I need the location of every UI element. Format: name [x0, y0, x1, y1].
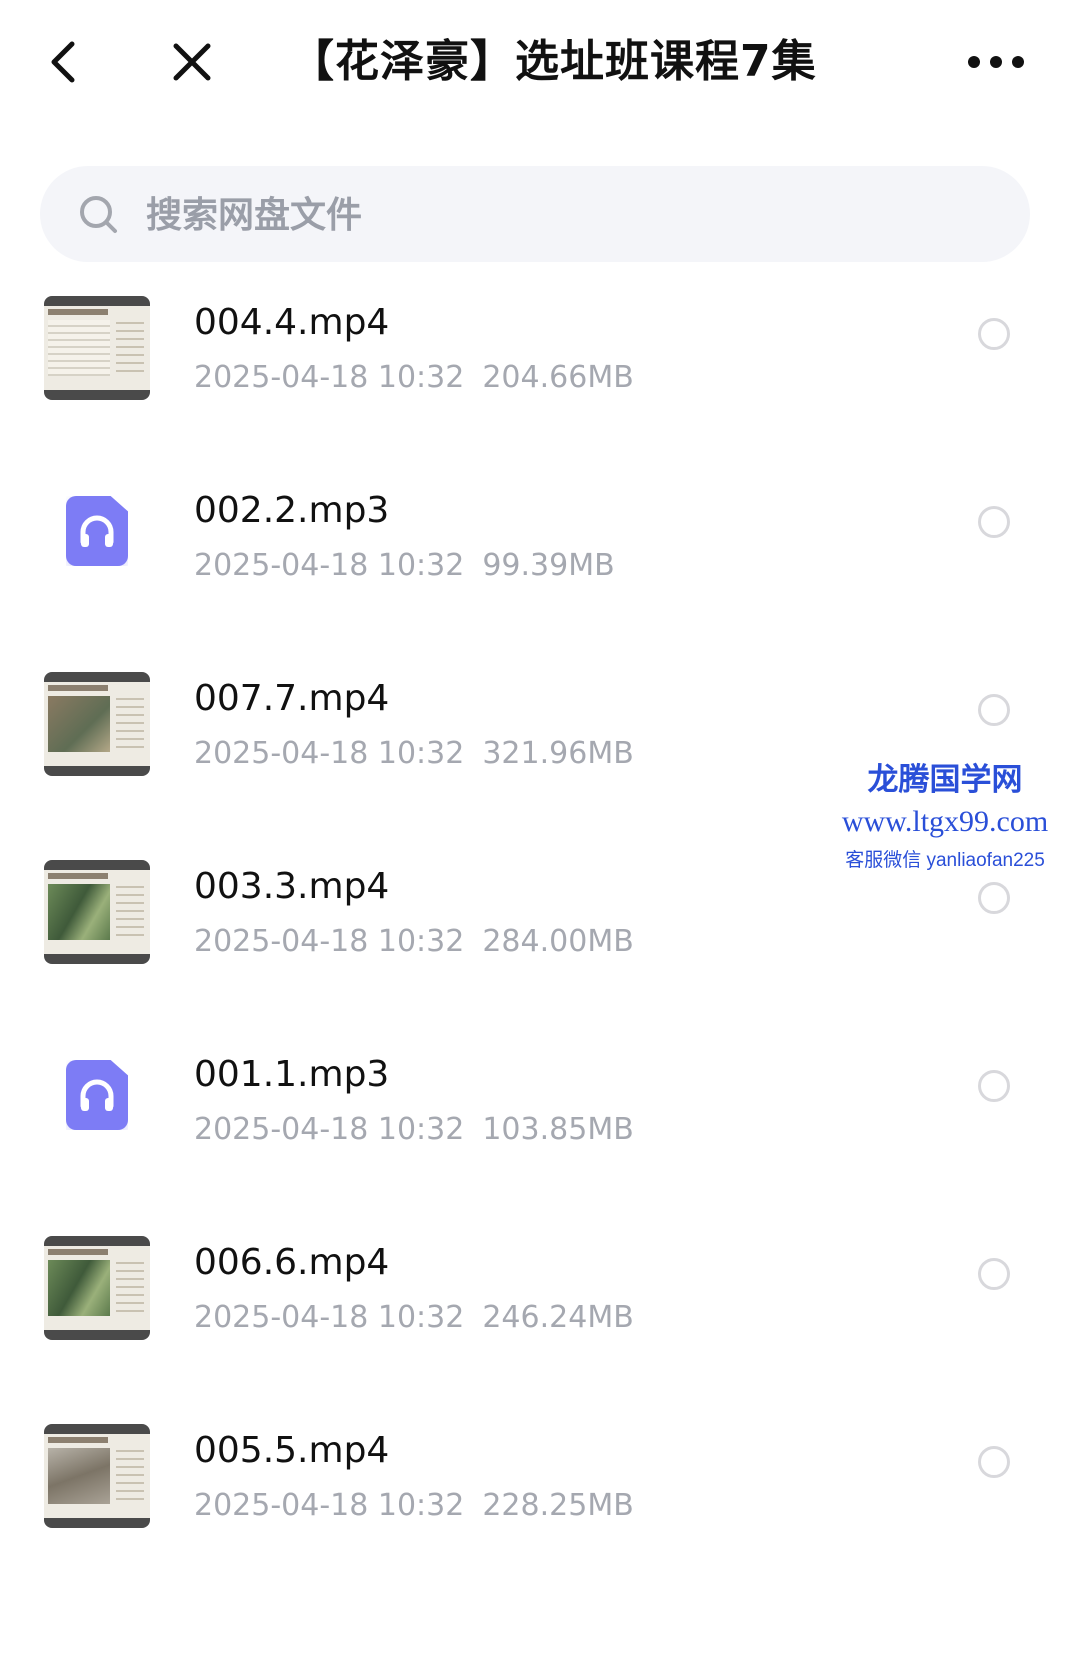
file-size: 99.39MB [482, 548, 615, 583]
video-thumbnail [44, 672, 150, 776]
file-name: 001.1.mp3 [194, 1054, 390, 1095]
file-meta: 2025-04-18 10:32 284.00MB [194, 922, 634, 962]
watermark-url: www.ltgx99.com [841, 805, 1049, 838]
chevron-left-icon [51, 41, 75, 83]
file-meta: 2025-04-18 10:32 228.25MB [194, 1486, 634, 1526]
select-radio[interactable] [978, 1070, 1010, 1102]
file-name: 007.7.mp4 [194, 678, 390, 719]
file-size: 321.96MB [482, 736, 634, 771]
file-date: 2025-04-18 10:32 [194, 1488, 465, 1523]
file-size: 246.24MB [482, 1300, 634, 1335]
video-thumbnail [44, 1236, 150, 1340]
video-thumbnail [44, 1424, 150, 1528]
close-icon [173, 43, 211, 81]
file-list: 004.4.mp4 2025-04-18 10:32 204.66MB 002.2… [0, 282, 1080, 1598]
audio-file-icon [66, 1060, 128, 1130]
select-radio[interactable] [978, 694, 1010, 726]
select-radio[interactable] [978, 882, 1010, 914]
page-title: 【花泽豪】选址班课程7集 [290, 36, 817, 87]
back-button[interactable] [42, 36, 90, 88]
file-row[interactable]: 001.1.mp3 2025-04-18 10:32 103.85MB [0, 1034, 1080, 1222]
file-date: 2025-04-18 10:32 [194, 360, 465, 395]
headphones-icon [80, 1079, 114, 1111]
close-button[interactable] [170, 40, 214, 84]
file-size: 103.85MB [482, 1112, 634, 1147]
video-thumbnail [44, 860, 150, 964]
more-button[interactable] [968, 52, 1024, 72]
select-radio[interactable] [978, 318, 1010, 350]
watermark-contact: 客服微信 yanliaofan225 [845, 850, 1045, 871]
file-name: 004.4.mp4 [194, 302, 390, 343]
file-row[interactable]: 006.6.mp4 2025-04-18 10:32 246.24MB [0, 1222, 1080, 1410]
file-size: 228.25MB [482, 1488, 634, 1523]
more-horizontal-icon [1012, 56, 1024, 68]
file-row[interactable]: 002.2.mp3 2025-04-18 10:32 99.39MB [0, 470, 1080, 658]
file-size: 284.00MB [482, 924, 634, 959]
more-horizontal-icon [990, 56, 1002, 68]
file-name: 003.3.mp4 [194, 866, 390, 907]
file-name: 006.6.mp4 [194, 1242, 390, 1283]
file-date: 2025-04-18 10:32 [194, 924, 465, 959]
headphones-icon [80, 515, 114, 547]
select-radio[interactable] [978, 1446, 1010, 1478]
file-meta: 2025-04-18 10:32 99.39MB [194, 546, 615, 586]
video-thumbnail [44, 296, 150, 400]
file-meta: 2025-04-18 10:32 204.66MB [194, 358, 634, 398]
top-bar: 【花泽豪】选址班课程7集 [0, 0, 1080, 130]
audio-file-icon [66, 496, 128, 566]
search-input[interactable] [144, 184, 968, 246]
file-meta: 2025-04-18 10:32 321.96MB [194, 734, 634, 774]
file-date: 2025-04-18 10:32 [194, 1112, 465, 1147]
file-name: 002.2.mp3 [194, 490, 390, 531]
file-size: 204.66MB [482, 360, 634, 395]
search-bar[interactable] [40, 166, 1030, 262]
file-row[interactable]: 005.5.mp4 2025-04-18 10:32 228.25MB [0, 1410, 1080, 1598]
watermark-title: 龙腾国学网 [867, 762, 1023, 797]
more-horizontal-icon [968, 56, 980, 68]
file-meta: 2025-04-18 10:32 103.85MB [194, 1110, 634, 1150]
file-date: 2025-04-18 10:32 [194, 548, 465, 583]
file-row[interactable]: 004.4.mp4 2025-04-18 10:32 204.66MB [0, 282, 1080, 470]
watermark: 龙腾国学网 www.ltgx99.com 客服微信 yanliaofan225 [820, 760, 1070, 878]
file-date: 2025-04-18 10:32 [194, 736, 465, 771]
file-meta: 2025-04-18 10:32 246.24MB [194, 1298, 634, 1338]
select-radio[interactable] [978, 506, 1010, 538]
select-radio[interactable] [978, 1258, 1010, 1290]
file-name: 005.5.mp4 [194, 1430, 390, 1471]
file-date: 2025-04-18 10:32 [194, 1300, 465, 1335]
search-icon [80, 196, 117, 233]
